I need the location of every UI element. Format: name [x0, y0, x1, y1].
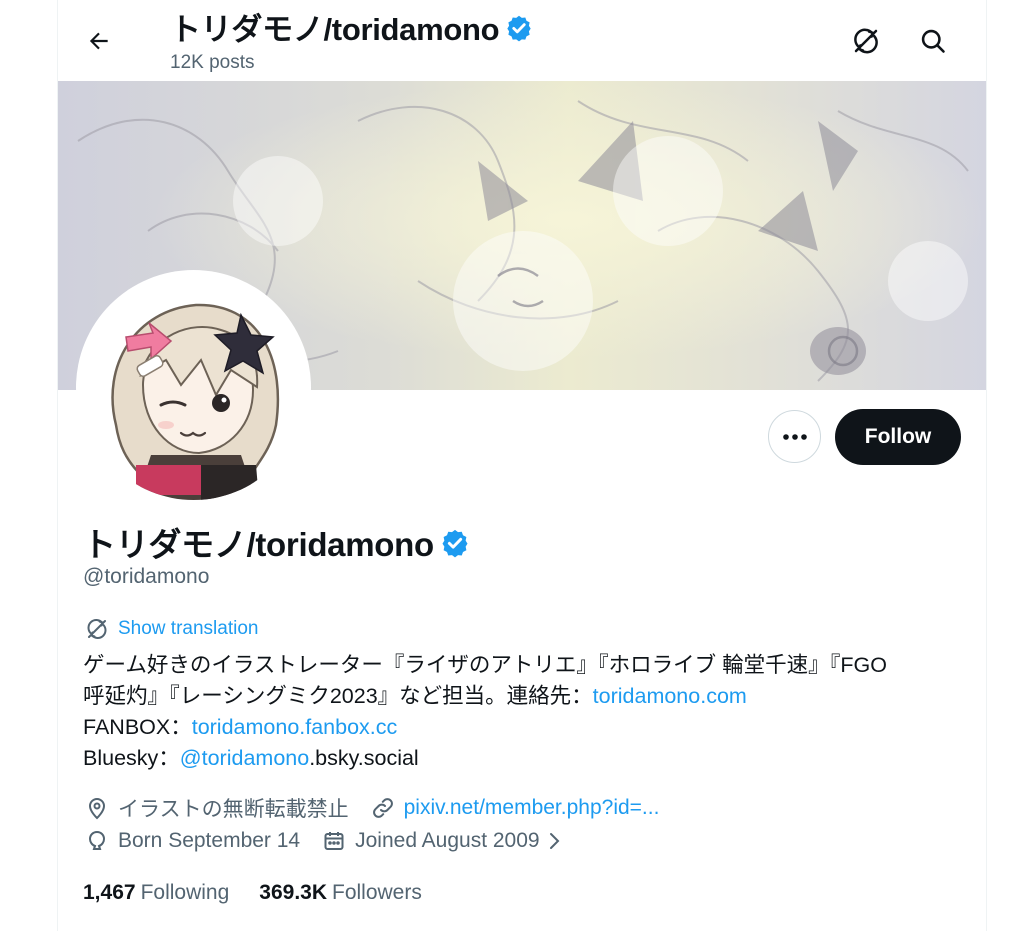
bio-line-3-text: FANBOX： — [83, 715, 192, 739]
bio-fanbox-link[interactable]: toridamono.fanbox.cc — [192, 715, 398, 739]
profile-header-bar: トリダモノ/toridamono 12K posts — [58, 0, 986, 81]
translate-icon — [85, 617, 109, 641]
profile-page: トリダモノ/toridamono 12K posts Follow トリダモノ/… — [0, 0, 1024, 931]
bio-line-2: 呼延灼』『レーシングミク2023』など担当。連絡先：toridamono.com — [83, 681, 963, 712]
location-item: イラストの無断転載禁止 — [85, 793, 349, 823]
bio-line-4: Bluesky：@toridamono.bsky.social — [83, 743, 963, 774]
location-text: イラストの無断転載禁止 — [118, 798, 349, 821]
birthday-icon — [85, 829, 109, 853]
profile-bio: ゲーム好きのイラストレーター『ライザのアトリエ』『ホロライブ 輪堂千速』『FGO… — [83, 650, 963, 774]
search-icon — [919, 27, 947, 55]
follow-button[interactable]: Follow — [835, 409, 961, 465]
following-label: Following — [140, 881, 230, 904]
calendar-icon — [322, 829, 346, 853]
header-title-text: トリダモノ/toridamono — [170, 12, 500, 47]
following-stat[interactable]: 1,467 Following — [83, 881, 229, 905]
birthday-text: Born September 14 — [118, 829, 301, 852]
followers-count: 369.3K — [259, 881, 327, 904]
verified-badge-icon[interactable] — [440, 528, 470, 558]
bio-line-2-text: 呼延灼』『レーシングミク2023』など担当。連絡先： — [83, 684, 593, 708]
more-icon — [782, 433, 808, 441]
main-column: トリダモノ/toridamono 12K posts Follow トリダモノ/… — [57, 0, 987, 931]
post-count: 12K posts — [170, 52, 255, 73]
follow-stats: 1,467 Following 369.3K Followers — [83, 881, 452, 905]
back-arrow-icon — [86, 28, 112, 54]
more-options-button[interactable] — [768, 410, 821, 463]
chevron-right-icon — [546, 831, 562, 851]
bio-line-1: ゲーム好きのイラストレーター『ライザのアトリエ』『ホロライブ 輪堂千速』『FGO — [83, 653, 887, 677]
show-translation-link[interactable]: Show translation — [85, 617, 258, 641]
display-name-text: トリダモノ/toridamono — [83, 526, 434, 563]
location-icon — [85, 796, 109, 820]
bio-website-link[interactable]: toridamono.com — [593, 684, 747, 708]
display-name: トリダモノ/toridamono — [83, 518, 470, 566]
header-title: トリダモノ/toridamono — [170, 4, 533, 49]
website-item: pixiv.net/member.php?id=... — [371, 796, 660, 820]
bio-line-4-text: Bluesky： — [83, 746, 180, 770]
search-button[interactable] — [912, 20, 954, 62]
profile-meta-row-2: Born September 14 Joined August 2009 — [85, 829, 584, 853]
bio-mention-link[interactable]: @toridamono — [180, 746, 309, 770]
joined-text: Joined August 2009 — [355, 829, 540, 852]
show-translation-label: Show translation — [118, 618, 259, 639]
followers-label: Followers — [332, 881, 422, 904]
user-handle: @toridamono — [83, 565, 210, 588]
profile-avatar[interactable] — [81, 275, 306, 500]
joined-item[interactable]: Joined August 2009 — [322, 829, 562, 853]
translate-button[interactable] — [845, 20, 887, 62]
following-count: 1,467 — [83, 881, 136, 904]
website-link[interactable]: pixiv.net/member.php?id=... — [404, 796, 660, 820]
link-icon — [371, 796, 395, 820]
birthday-item: Born September 14 — [85, 829, 300, 853]
translate-icon — [851, 26, 881, 56]
back-button[interactable] — [78, 20, 120, 62]
verified-badge-icon — [505, 14, 533, 42]
followers-stat[interactable]: 369.3K Followers — [259, 881, 422, 905]
profile-meta-row-1: イラストの無断転載禁止 pixiv.net/member.php?id=... — [85, 793, 681, 823]
bio-line-3: FANBOX：toridamono.fanbox.cc — [83, 712, 963, 743]
bio-line-4-rest: .bsky.social — [309, 746, 419, 770]
